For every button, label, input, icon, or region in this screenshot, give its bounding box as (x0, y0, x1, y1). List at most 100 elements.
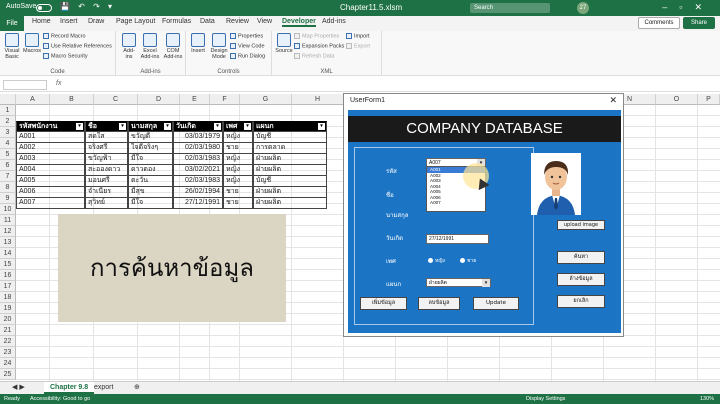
column-header[interactable]: E (180, 94, 210, 105)
table-cell[interactable]: บัญชี (253, 176, 327, 187)
table-cell[interactable]: ชาย (223, 143, 253, 154)
run-dialog-button[interactable]: Run Dialog (230, 53, 265, 59)
add-sheet-icon[interactable]: ⊕ (128, 382, 146, 394)
table-cell[interactable]: จำเนียร (85, 187, 128, 198)
tab-draw[interactable]: Draw (88, 18, 104, 25)
table-cell[interactable]: หญิง (223, 154, 253, 165)
name-box[interactable] (3, 80, 47, 90)
row-header[interactable]: 9 (0, 193, 16, 204)
row-header[interactable]: 21 (0, 325, 16, 336)
column-header[interactable]: H (292, 94, 344, 105)
header-employee-id[interactable]: รหัสพนักงาน ▾ (16, 121, 85, 132)
table-cell[interactable]: 02/03/1983 (173, 154, 223, 165)
tab-add-ins[interactable]: Add-ins (322, 18, 346, 25)
row-header[interactable]: 2 (0, 116, 16, 127)
filter-dropdown-icon[interactable]: ▾ (318, 123, 325, 130)
upload-image-button[interactable]: upload image (557, 220, 605, 230)
row-header[interactable]: 11 (0, 215, 16, 226)
row-header[interactable]: 14 (0, 248, 16, 259)
cancel-button[interactable]: ยกเลิก (557, 295, 605, 308)
radio-male[interactable]: ชาย (460, 257, 476, 265)
com-addins-button[interactable]: COM Add-ins (162, 33, 184, 60)
row-header[interactable]: 8 (0, 182, 16, 193)
table-cell[interactable]: ขวัญดี (128, 132, 173, 143)
import-button[interactable]: Import (346, 33, 370, 39)
column-header[interactable]: F (210, 94, 240, 105)
table-cell[interactable]: การตลาด (253, 143, 327, 154)
row-header[interactable]: 3 (0, 127, 16, 138)
relative-refs-button[interactable]: Use Relative References (43, 43, 112, 49)
table-cell[interactable]: A002 (16, 143, 85, 154)
search-input[interactable]: Search (470, 3, 550, 13)
table-cell[interactable]: A004 (16, 165, 85, 176)
autosave-toggle[interactable] (36, 4, 52, 12)
filter-dropdown-icon[interactable]: ▾ (76, 123, 83, 130)
table-cell[interactable]: ดาวดอง (128, 165, 173, 176)
row-header[interactable]: 4 (0, 138, 16, 149)
export-button[interactable]: Export (346, 43, 370, 49)
column-header[interactable]: A (16, 94, 50, 105)
list-item[interactable]: A007 (427, 200, 485, 206)
tab-page-layout[interactable]: Page Layout (116, 18, 155, 25)
department-combobox[interactable]: ฝ่ายผลิต ▾ (426, 278, 491, 287)
table-cell[interactable]: มีใจ (128, 154, 173, 165)
header-last-name[interactable]: นามสกุล ▾ (128, 121, 173, 132)
filter-dropdown-icon[interactable]: ▾ (244, 123, 251, 130)
table-cell[interactable]: สุวิทย์ (85, 198, 128, 209)
refresh-data-button[interactable]: Refresh Data (294, 53, 334, 59)
row-header[interactable]: 24 (0, 358, 16, 369)
table-cell[interactable]: ชาย (223, 187, 253, 198)
close-icon[interactable]: ✕ (609, 95, 617, 106)
tab-data[interactable]: Data (200, 18, 215, 25)
table-cell[interactable]: ฝ่ายผลิต (253, 198, 327, 209)
expansion-packs-button[interactable]: Expansion Packs (294, 43, 344, 49)
column-header[interactable]: B (50, 94, 94, 105)
macro-security-button[interactable]: Macro Security (43, 53, 88, 59)
table-cell[interactable]: หญิง (223, 176, 253, 187)
table-cell[interactable]: A005 (16, 176, 85, 187)
column-header[interactable]: P (698, 94, 720, 105)
table-cell[interactable]: A001 (16, 132, 85, 143)
table-cell[interactable]: หญิง (223, 165, 253, 176)
table-cell[interactable]: มีใจ (128, 198, 173, 209)
properties-button[interactable]: Properties (230, 33, 263, 39)
column-header[interactable]: C (94, 94, 138, 105)
record-macro-button[interactable]: Record Macro (43, 33, 86, 39)
row-header[interactable]: 18 (0, 292, 16, 303)
tab-review[interactable]: Review (226, 18, 249, 25)
clear-data-button[interactable]: ล้างข้อมูล (557, 273, 605, 286)
visual-basic-button[interactable]: Visual Basic (3, 33, 21, 60)
table-cell[interactable]: สะอองดาว (85, 165, 128, 176)
select-all-corner[interactable] (0, 94, 16, 105)
map-properties-button[interactable]: Map Properties (294, 33, 339, 39)
display-settings[interactable]: Display Settings (526, 394, 565, 404)
table-cell[interactable]: 26/02/1994 (173, 187, 223, 198)
table-cell[interactable]: A003 (16, 154, 85, 165)
table-cell[interactable]: ตะวัน (128, 176, 173, 187)
source-button[interactable]: Source (275, 33, 293, 54)
table-cell[interactable]: ชาย (223, 198, 253, 209)
accessibility-status[interactable]: Accessibility: Good to go (30, 394, 90, 404)
table-cell[interactable]: A007 (16, 198, 85, 209)
row-header[interactable]: 17 (0, 281, 16, 292)
row-header[interactable]: 22 (0, 336, 16, 347)
table-cell[interactable]: หญิง (223, 132, 253, 143)
header-gender[interactable]: เพศ ▾ (223, 121, 253, 132)
row-header[interactable]: 1 (0, 105, 16, 116)
delete-data-button[interactable]: ลบข้อมูล (418, 297, 460, 310)
insert-control-button[interactable]: Insert (190, 33, 206, 54)
sheet-nav-icon[interactable]: ◀ ▶ (6, 382, 31, 394)
row-header[interactable]: 13 (0, 237, 16, 248)
row-header[interactable]: 5 (0, 149, 16, 160)
column-header[interactable]: G (240, 94, 292, 105)
table-cell[interactable]: 02/03/1983 (173, 176, 223, 187)
table-cell[interactable]: 27/12/1991 (173, 198, 223, 209)
row-header[interactable]: 7 (0, 171, 16, 182)
table-cell[interactable]: ฝ่ายผลิต (253, 165, 327, 176)
zoom-level[interactable]: 130% (700, 394, 714, 404)
add-data-button[interactable]: เพิ่มข้อมูล (360, 297, 407, 310)
quick-access-toolbar[interactable]: 💾 ↶ ↷ ▾ (60, 2, 115, 11)
table-cell[interactable]: บัญชี (253, 132, 327, 143)
macros-button[interactable]: Macros (23, 33, 41, 54)
table-cell[interactable]: จริงศรี (85, 143, 128, 154)
